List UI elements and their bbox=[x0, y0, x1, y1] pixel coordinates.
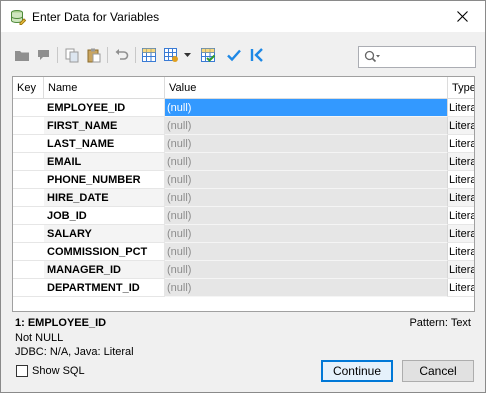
search-icon bbox=[364, 50, 380, 64]
title-bar: Enter Data for Variables bbox=[1, 1, 485, 32]
value-cell[interactable]: (null) bbox=[165, 117, 448, 135]
grid-settings-icon[interactable] bbox=[161, 45, 181, 65]
name-cell: COMMISSION_PCT bbox=[44, 243, 165, 261]
value-cell[interactable]: (null) bbox=[165, 135, 448, 153]
table-row[interactable]: EMAIL(null)Literal bbox=[13, 153, 474, 171]
grid-check-icon[interactable] bbox=[198, 45, 218, 65]
table-row[interactable]: DEPARTMENT_ID(null)Literal bbox=[13, 279, 474, 297]
type-cell[interactable]: Literal bbox=[448, 243, 474, 261]
type-cell[interactable]: Literal bbox=[448, 117, 474, 135]
table-row[interactable]: COMMISSION_PCT(null)Literal bbox=[13, 243, 474, 261]
dropdown-arrow-icon[interactable] bbox=[181, 45, 193, 65]
database-edit-icon bbox=[10, 9, 27, 25]
type-cell[interactable]: Literal bbox=[448, 279, 474, 297]
name-cell: FIRST_NAME bbox=[44, 117, 165, 135]
set-all-icon[interactable] bbox=[247, 45, 267, 65]
cancel-button[interactable]: Cancel bbox=[402, 360, 474, 382]
key-cell bbox=[13, 261, 44, 279]
table-row[interactable]: LAST_NAME(null)Literal bbox=[13, 135, 474, 153]
table-row[interactable]: MANAGER_ID(null)Literal bbox=[13, 261, 474, 279]
value-cell[interactable]: (null) bbox=[165, 207, 448, 225]
dialog-window: Enter Data for Variables Key Name Value … bbox=[0, 0, 486, 393]
key-cell bbox=[13, 171, 44, 189]
value-cell[interactable]: (null) bbox=[165, 99, 448, 117]
search-input[interactable] bbox=[385, 48, 471, 64]
comment-icon[interactable] bbox=[34, 45, 54, 65]
folder-icon[interactable] bbox=[12, 45, 32, 65]
show-sql-toggle[interactable]: Show SQL bbox=[16, 364, 85, 378]
value-cell[interactable]: (null) bbox=[165, 261, 448, 279]
checkmark-icon[interactable] bbox=[224, 45, 244, 65]
table-row[interactable]: EMPLOYEE_ID(null)Literal bbox=[13, 99, 474, 117]
name-cell: EMPLOYEE_ID bbox=[44, 99, 165, 117]
show-sql-checkbox[interactable] bbox=[16, 365, 28, 377]
key-cell bbox=[13, 279, 44, 297]
undo-icon[interactable] bbox=[112, 45, 132, 65]
type-cell[interactable]: Literal bbox=[448, 261, 474, 279]
column-header-type[interactable]: Type bbox=[448, 77, 474, 99]
key-cell bbox=[13, 153, 44, 171]
key-cell bbox=[13, 243, 44, 261]
name-cell: EMAIL bbox=[44, 153, 165, 171]
name-cell: PHONE_NUMBER bbox=[44, 171, 165, 189]
name-cell: LAST_NAME bbox=[44, 135, 165, 153]
key-cell bbox=[13, 99, 44, 117]
close-icon bbox=[456, 11, 468, 22]
copy-icon[interactable] bbox=[62, 45, 82, 65]
value-cell[interactable]: (null) bbox=[165, 171, 448, 189]
value-cell[interactable]: (null) bbox=[165, 279, 448, 297]
table-row[interactable]: SALARY(null)Literal bbox=[13, 225, 474, 243]
name-cell: MANAGER_ID bbox=[44, 261, 165, 279]
name-cell: JOB_ID bbox=[44, 207, 165, 225]
value-cell[interactable]: (null) bbox=[165, 225, 448, 243]
show-sql-label: Show SQL bbox=[32, 365, 85, 377]
value-cell[interactable]: (null) bbox=[165, 243, 448, 261]
type-cell[interactable]: Literal bbox=[448, 153, 474, 171]
key-cell bbox=[13, 117, 44, 135]
table-row[interactable]: JOB_ID(null)Literal bbox=[13, 207, 474, 225]
column-header-key[interactable]: Key bbox=[13, 77, 44, 99]
search-box[interactable] bbox=[358, 46, 476, 68]
column-header-value[interactable]: Value bbox=[165, 77, 448, 99]
type-cell[interactable]: Literal bbox=[448, 135, 474, 153]
table-row[interactable]: HIRE_DATE(null)Literal bbox=[13, 189, 474, 207]
pattern-info: Pattern: Text bbox=[409, 317, 471, 329]
type-cell[interactable]: Literal bbox=[448, 207, 474, 225]
key-cell bbox=[13, 207, 44, 225]
close-button[interactable] bbox=[439, 1, 485, 32]
grid-icon[interactable] bbox=[139, 45, 159, 65]
variables-grid: Key Name Value Type EMPLOYEE_ID (null) Lit… bbox=[12, 76, 475, 312]
paste-icon[interactable] bbox=[84, 45, 104, 65]
name-cell: SALARY bbox=[44, 225, 165, 243]
nullability-info: Not NULL bbox=[15, 332, 64, 344]
table-row[interactable]: FIRST_NAME(null)Literal bbox=[13, 117, 474, 135]
type-cell[interactable]: Literal bbox=[448, 171, 474, 189]
value-cell[interactable]: (null) bbox=[165, 189, 448, 207]
type-cell[interactable]: Literal bbox=[448, 99, 474, 117]
type-cell[interactable]: Literal bbox=[448, 225, 474, 243]
selected-variable: 1: EMPLOYEE_ID bbox=[15, 317, 107, 329]
name-cell: DEPARTMENT_ID bbox=[44, 279, 165, 297]
window-title: Enter Data for Variables bbox=[32, 10, 160, 24]
type-cell[interactable]: Literal bbox=[448, 189, 474, 207]
key-cell bbox=[13, 189, 44, 207]
table-row[interactable]: PHONE_NUMBER(null)Literal bbox=[13, 171, 474, 189]
key-cell bbox=[13, 225, 44, 243]
continue-button[interactable]: Continue bbox=[321, 360, 393, 382]
column-header-name[interactable]: Name bbox=[44, 77, 165, 99]
type-info: JDBC: N/A, Java: Literal bbox=[15, 346, 134, 358]
value-cell[interactable]: (null) bbox=[165, 153, 448, 171]
key-cell bbox=[13, 135, 44, 153]
name-cell: HIRE_DATE bbox=[44, 189, 165, 207]
